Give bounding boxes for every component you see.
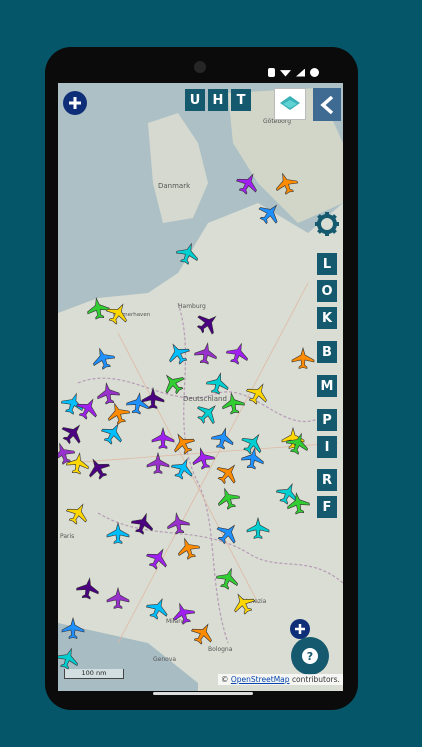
mode-button-h[interactable]: H <box>208 89 228 111</box>
mode-button-t[interactable]: T <box>231 89 251 111</box>
camera-dot <box>194 61 206 73</box>
filter-button-k[interactable]: K <box>317 307 337 329</box>
label-deutschland: Deutschland <box>183 395 227 403</box>
filter-button-f[interactable]: F <box>317 496 337 518</box>
gear-icon[interactable] <box>314 211 340 237</box>
attribution-prefix: © <box>221 675 229 684</box>
openstreetmap-link[interactable]: OpenStreetMap <box>231 675 290 684</box>
svg-text:?: ? <box>307 650 313 663</box>
scale-bar: 100 nm <box>64 669 124 679</box>
add-icon <box>69 97 81 109</box>
zoom-in-button[interactable] <box>63 91 87 115</box>
map-view[interactable]: Göteborg Danmark Hamburg Bremerhaven Deu… <box>58 83 343 691</box>
back-button[interactable] <box>313 88 341 121</box>
label-danmark: Danmark <box>158 182 191 190</box>
mode-button-u[interactable]: U <box>185 89 205 111</box>
signal-icon <box>296 68 305 77</box>
help-icon: ? <box>302 648 318 664</box>
vibrate-icon <box>268 68 275 77</box>
zoom-out-button[interactable] <box>290 619 310 639</box>
filter-button-r[interactable]: R <box>317 469 337 491</box>
home-indicator <box>153 692 253 695</box>
layers-icon <box>280 96 300 110</box>
battery-icon <box>310 68 319 77</box>
attribution-suffix: contributors. <box>291 675 340 684</box>
layers-button[interactable] <box>274 88 306 120</box>
map-attribution: © OpenStreetMap contributors. <box>218 674 343 685</box>
filter-button-b[interactable]: B <box>317 341 337 363</box>
status-bar <box>268 68 319 77</box>
filter-button-p[interactable]: P <box>317 409 337 431</box>
label-hamburg: Hamburg <box>178 303 206 310</box>
filter-button-m[interactable]: M <box>317 375 337 397</box>
add-icon-bottom <box>295 624 305 634</box>
label-paris: Paris <box>60 533 74 540</box>
filter-button-i[interactable]: I <box>317 436 337 458</box>
label-bologna: Bologna <box>208 646 233 653</box>
app-screen: Göteborg Danmark Hamburg Bremerhaven Deu… <box>58 83 343 691</box>
help-button[interactable]: ? <box>291 637 329 675</box>
filter-button-l[interactable]: L <box>317 253 337 275</box>
filter-button-o[interactable]: O <box>317 280 337 302</box>
wifi-icon <box>280 70 291 77</box>
label-genova: Genova <box>153 656 176 663</box>
back-chevron-icon <box>320 95 334 114</box>
